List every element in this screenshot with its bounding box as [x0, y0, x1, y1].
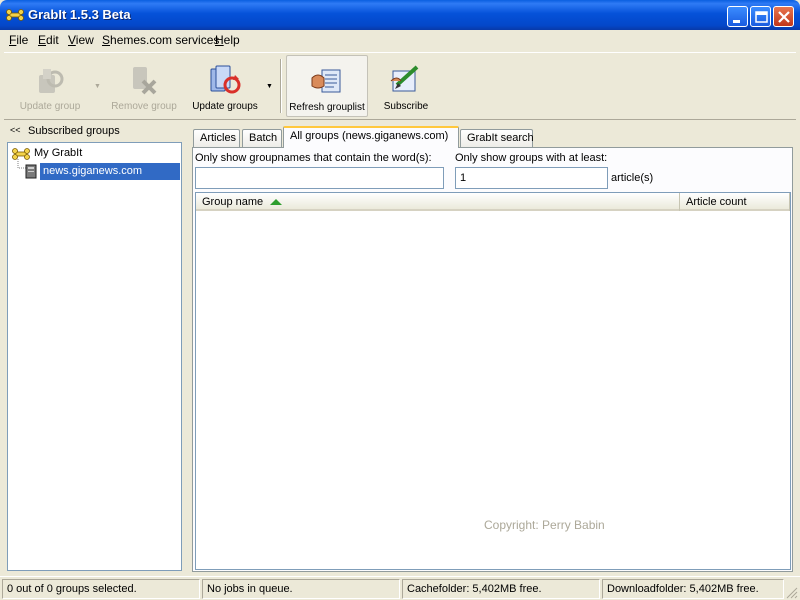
grabit-app-icon[interactable] [6, 9, 24, 21]
update-groups-dropdown-icon[interactable]: ▼ [266, 83, 273, 90]
tree-item-my-grabit[interactable]: My GrabIt [10, 145, 180, 162]
min-articles-input[interactable] [455, 167, 608, 189]
menu-edit-label: dit [46, 33, 59, 47]
update-groups-label: Update groups [192, 101, 258, 112]
status-jobs: No jobs in queue. [202, 579, 400, 599]
copyright-watermark: Copyright: Perry Babin [484, 518, 605, 532]
menu-view[interactable]: View [68, 33, 94, 47]
update-group-button[interactable]: Update group [14, 55, 86, 117]
column-group-name-label: Group name [202, 196, 264, 208]
column-article-count-label: Article count [686, 196, 747, 208]
menu-help[interactable]: Help [215, 33, 240, 47]
tab-grabit-search-label: GrabIt search [467, 132, 534, 144]
tab-articles-label: Articles [200, 132, 237, 144]
tab-batch-label: Batch [249, 132, 278, 144]
close-button[interactable] [773, 6, 794, 27]
menu-help-label: elp [223, 33, 240, 47]
refresh-grouplist-icon [311, 69, 341, 93]
menu-edit[interactable]: Edit [38, 33, 59, 47]
subscribe-label: Subscribe [383, 101, 429, 112]
menu-bar: File Edit View Shemes.com services Help [0, 30, 800, 49]
menu-view-label: iew [75, 33, 94, 47]
subscribe-icon [390, 65, 419, 92]
menu-shemes-label: hemes.com services [110, 33, 220, 47]
remove-group-icon [133, 67, 157, 95]
minimize-button[interactable] [727, 6, 748, 27]
tree-item-server-label: news.giganews.com [40, 163, 180, 180]
update-groups-button[interactable]: Update groups [187, 55, 263, 117]
tab-grabit-search[interactable]: GrabIt search [460, 129, 534, 148]
menu-file[interactable]: File [9, 33, 28, 47]
status-cache: Cachefolder: 5,402MB free. [402, 579, 600, 599]
maximize-button[interactable] [750, 6, 771, 27]
remove-group-button[interactable]: Remove group [106, 55, 182, 117]
window-title: GrabIt 1.5.3 Beta [28, 7, 131, 22]
menu-file-label: ile [16, 33, 29, 47]
update-group-icon [39, 69, 64, 93]
tree-item-server[interactable]: news.giganews.com [10, 163, 180, 180]
title-bar[interactable]: GrabIt 1.5.3 Beta [0, 0, 800, 30]
collapse-panel-button[interactable]: << [10, 125, 21, 135]
update-group-label: Update group [19, 101, 81, 112]
subscribed-groups-header: << Subscribed groups [8, 125, 184, 141]
subscribed-groups-title: Subscribed groups [28, 125, 120, 137]
maximize-icon [755, 11, 768, 23]
subscribed-groups-tree[interactable]: My GrabIt news.giganews.com [7, 142, 182, 571]
toolbar: Update group ▼ Remove group Update group… [4, 52, 796, 120]
tab-all-groups[interactable]: All groups (news.giganews.com) [283, 126, 459, 148]
tab-articles[interactable]: Articles [193, 129, 240, 148]
resize-grip-icon[interactable] [786, 587, 798, 599]
update-groups-icon [210, 65, 241, 94]
min-articles-suffix: article(s) [611, 172, 654, 184]
groupname-filter-input[interactable] [195, 167, 444, 189]
tree-item-my-grabit-label: My GrabIt [34, 147, 83, 159]
tab-strip: Articles Batch All groups (news.giganews… [193, 126, 793, 148]
menu-view-mnemonic: V [68, 33, 76, 47]
status-bar: 0 out of 0 groups selected. No jobs in q… [0, 576, 800, 600]
status-selection: 0 out of 0 groups selected. [2, 579, 200, 599]
groups-list[interactable]: Group name Article count [195, 192, 791, 570]
status-download: Downloadfolder: 5,402MB free. [602, 579, 784, 599]
subscribe-button[interactable]: Subscribe [372, 55, 440, 117]
menu-shemes-mnemonic: S [102, 33, 111, 47]
close-icon [778, 11, 790, 23]
sort-ascending-icon [270, 199, 282, 205]
toolbar-separator [280, 59, 282, 113]
menu-shemes-services[interactable]: Shemes.com services [102, 33, 219, 47]
update-group-dropdown-icon[interactable]: ▼ [94, 83, 101, 90]
menu-edit-mnemonic: E [38, 33, 47, 47]
column-article-count[interactable]: Article count [680, 193, 790, 211]
tab-batch[interactable]: Batch [242, 129, 282, 148]
column-group-name[interactable]: Group name [196, 193, 680, 211]
refresh-grouplist-button[interactable]: Refresh grouplist [286, 55, 368, 117]
remove-group-label: Remove group [111, 101, 177, 112]
refresh-grouplist-label: Refresh grouplist [289, 102, 365, 113]
server-icon [25, 164, 37, 179]
groups-list-header: Group name Article count [196, 193, 790, 211]
min-articles-label: Only show groups with at least: [455, 152, 608, 164]
groupname-filter-label: Only show groupnames that contain the wo… [195, 152, 432, 164]
tab-all-groups-label: All groups (news.giganews.com) [290, 130, 449, 142]
minimize-icon [733, 20, 740, 23]
menu-help-mnemonic: H [215, 33, 224, 47]
